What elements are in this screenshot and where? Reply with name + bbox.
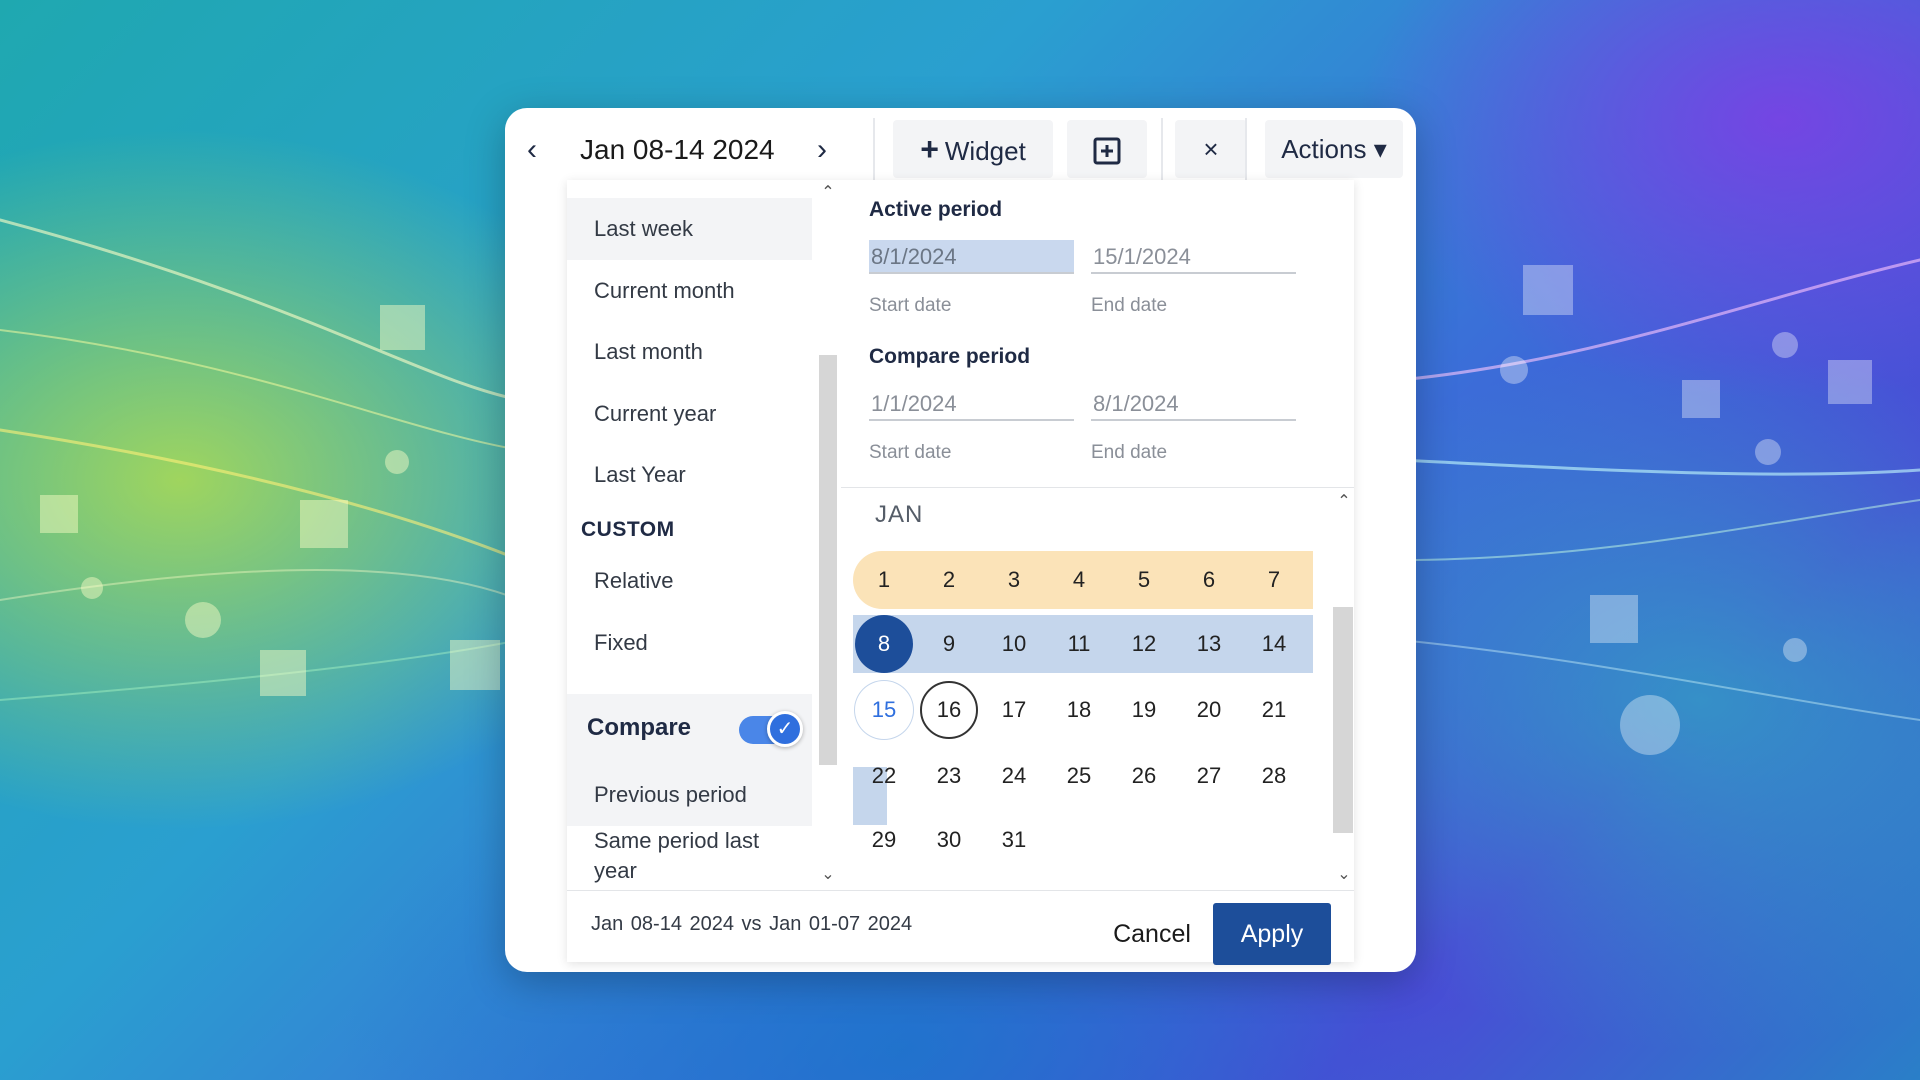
compare-start-date-field[interactable]: 1/1/2024 — [869, 387, 1074, 421]
date-picker-dialog: ‹ Jan 08-14 2024 › + Widget × Actions ▾ L… — [505, 108, 1416, 972]
active-start-date-label: Start date — [869, 295, 952, 316]
check-icon: ✓ — [767, 711, 803, 747]
calendar-day[interactable]: 13 — [1180, 615, 1238, 673]
active-start-date-field[interactable]: 8/1/2024 — [869, 240, 1074, 274]
calendar: JAN 1 2 3 4 5 6 7 8 9 10 11 12 13 14 15 16 17 18 19 20 21 22 2… — [841, 489, 1331, 890]
calendar-day[interactable]: 30 — [920, 811, 978, 869]
toolbar: ‹ Jan 08-14 2024 › + Widget × Actions ▾ — [505, 108, 1416, 186]
compare-start-date-label: Start date — [869, 442, 952, 463]
period-editor: Active period 8/1/2024 15/1/2024 Start d… — [841, 180, 1354, 890]
add-panel-button[interactable] — [1067, 120, 1147, 178]
prev-period-button[interactable]: ‹ — [512, 128, 552, 172]
calendar-day[interactable]: 9 — [920, 615, 978, 673]
preset-current-month[interactable]: Current month — [567, 260, 812, 322]
widget-label: Widget — [944, 136, 1026, 166]
preset-list: Last week Current month Last month Curre… — [567, 198, 812, 890]
preset-scrollbar[interactable]: ⌃ ⌄ — [815, 180, 841, 890]
calendar-day[interactable]: 11 — [1050, 615, 1108, 673]
actions-dropdown[interactable]: Actions ▾ — [1265, 120, 1403, 178]
plus-square-icon — [1093, 137, 1121, 165]
custom-section-heading: CUSTOM — [581, 518, 675, 541]
plus-icon: + — [920, 131, 939, 167]
calendar-day-selected-end[interactable]: 15 — [855, 681, 913, 739]
calendar-day[interactable]: 2 — [920, 551, 978, 609]
calendar-day[interactable]: 21 — [1245, 681, 1303, 739]
cancel-button[interactable]: Cancel — [1092, 904, 1212, 964]
calendar-day[interactable]: 20 — [1180, 681, 1238, 739]
calendar-day[interactable]: 1 — [855, 551, 913, 609]
date-range-panel: Last week Current month Last month Curre… — [567, 180, 1354, 965]
date-range-title: Jan 08-14 2024 — [580, 134, 775, 165]
compare-toggle[interactable]: ✓ — [739, 711, 803, 747]
calendar-day-today[interactable]: 16 — [920, 681, 978, 739]
compare-label: Compare — [587, 714, 692, 741]
apply-button[interactable]: Apply — [1213, 903, 1331, 965]
active-end-date-label: End date — [1091, 295, 1168, 316]
compare-end-date-label: End date — [1091, 442, 1168, 463]
calendar-day[interactable]: 27 — [1180, 747, 1238, 805]
chevron-down-icon[interactable]: ⌄ — [1334, 864, 1354, 884]
compare-same-period-last-year[interactable]: Same period last year — [567, 824, 787, 890]
calendar-day[interactable]: 10 — [985, 615, 1043, 673]
calendar-day[interactable]: 19 — [1115, 681, 1173, 739]
period-form: Active period 8/1/2024 15/1/2024 Start d… — [841, 180, 1354, 488]
calendar-month-label: JAN — [875, 501, 924, 528]
calendar-day[interactable]: 26 — [1115, 747, 1173, 805]
custom-fixed[interactable]: Fixed — [567, 612, 812, 674]
active-end-date-field[interactable]: 15/1/2024 — [1091, 240, 1296, 274]
calendar-day[interactable]: 25 — [1050, 747, 1108, 805]
compare-previous-period[interactable]: Previous period — [567, 764, 812, 826]
calendar-day[interactable]: 18 — [1050, 681, 1108, 739]
preset-last-year[interactable]: Last Year — [567, 444, 812, 506]
calendar-day[interactable]: 3 — [985, 551, 1043, 609]
add-widget-button[interactable]: + Widget — [893, 120, 1053, 178]
calendar-day[interactable]: 31 — [985, 811, 1043, 869]
toolbar-divider — [1161, 118, 1163, 184]
chevron-up-icon[interactable]: ⌃ — [818, 182, 838, 202]
toolbar-divider — [873, 118, 875, 184]
calendar-day[interactable]: 23 — [920, 747, 978, 805]
calendar-day[interactable]: 28 — [1245, 747, 1303, 805]
compare-period-heading: Compare period — [869, 345, 1031, 368]
actions-label: Actions ▾ — [1281, 134, 1387, 164]
preset-last-month[interactable]: Last month — [567, 321, 812, 383]
calendar-day[interactable]: 17 — [985, 681, 1043, 739]
chevron-left-icon: ‹ — [527, 133, 537, 166]
next-period-button[interactable]: › — [802, 128, 842, 172]
chevron-down-icon[interactable]: ⌄ — [818, 864, 838, 884]
close-icon: × — [1203, 134, 1219, 164]
range-summary: Jan 08-14 2024 vs Jan 01-07 2024 — [591, 913, 913, 935]
calendar-day[interactable]: 24 — [985, 747, 1043, 805]
toolbar-divider — [1245, 118, 1247, 184]
close-button[interactable]: × — [1175, 120, 1247, 178]
calendar-day[interactable]: 29 — [855, 811, 913, 869]
calendar-day[interactable]: 5 — [1115, 551, 1173, 609]
custom-relative[interactable]: Relative — [567, 550, 812, 612]
compare-end-date-field[interactable]: 8/1/2024 — [1091, 387, 1296, 421]
calendar-day[interactable]: 22 — [855, 747, 913, 805]
calendar-day[interactable]: 6 — [1180, 551, 1238, 609]
chevron-right-icon: › — [817, 133, 827, 166]
scroll-thumb[interactable] — [819, 355, 837, 765]
chevron-up-icon[interactable]: ⌃ — [1334, 491, 1354, 511]
calendar-day[interactable]: 7 — [1245, 551, 1303, 609]
calendar-day-selected-start[interactable]: 8 — [855, 615, 913, 673]
calendar-day[interactable]: 12 — [1115, 615, 1173, 673]
picker-footer: Jan 08-14 2024 vs Jan 01-07 2024 Cancel … — [567, 890, 1354, 965]
calendar-day[interactable]: 14 — [1245, 615, 1303, 673]
compare-row: Compare ✓ — [567, 694, 812, 764]
calendar-scrollbar[interactable]: ⌃ ⌄ — [1331, 489, 1354, 890]
preset-current-year[interactable]: Current year — [567, 383, 812, 445]
preset-last-week[interactable]: Last week — [567, 198, 812, 260]
calendar-day[interactable]: 4 — [1050, 551, 1108, 609]
active-period-heading: Active period — [869, 198, 1003, 221]
scroll-thumb[interactable] — [1333, 607, 1353, 833]
